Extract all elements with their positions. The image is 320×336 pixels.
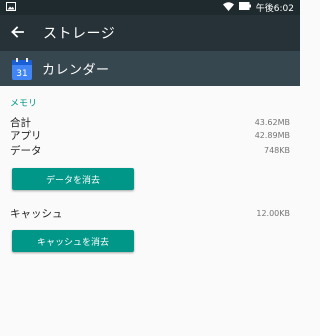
total-row: 合計 43.62MB (10, 115, 290, 129)
status-bar-right: 午後6:02 (222, 1, 294, 14)
battery-icon (238, 2, 251, 13)
cache-value: 12.00KB (256, 208, 290, 218)
status-bar-left (6, 1, 16, 14)
app-header: 31 カレンダー (0, 51, 300, 86)
memory-section-label: メモリ (10, 99, 38, 109)
cache-label: キャッシュ (10, 207, 63, 220)
data-size-value: 748KB (263, 145, 290, 155)
wifi-icon (222, 1, 234, 14)
cache-row: キャッシュ 12.00KB (10, 206, 290, 220)
total-value: 43.62MB (254, 117, 290, 127)
clear-data-button[interactable]: データを消去 (12, 168, 134, 190)
app-size-row: アプリ 42.89MB (10, 128, 290, 142)
back-button[interactable] (0, 15, 34, 51)
data-size-row: データ 748KB (10, 143, 290, 157)
back-arrow-icon (10, 24, 24, 43)
data-size-label: データ (10, 144, 42, 157)
calendar-app-icon: 31 (12, 57, 32, 80)
app-size-label: アプリ (10, 129, 42, 142)
image-icon (6, 1, 16, 14)
toolbar: ストレージ (0, 15, 300, 51)
app-name: カレンダー (42, 63, 110, 78)
calendar-icon-day: 31 (16, 69, 27, 79)
status-bar: 午後6:02 (0, 0, 300, 15)
app-size-value: 42.89MB (254, 130, 290, 140)
storage-content: メモリ 合計 43.62MB アプリ 42.89MB データ 748KB データ… (0, 86, 300, 336)
clear-cache-button[interactable]: キャッシュを消去 (12, 230, 134, 252)
page-title: ストレージ (43, 26, 116, 42)
clock: 午後6:02 (255, 4, 294, 14)
